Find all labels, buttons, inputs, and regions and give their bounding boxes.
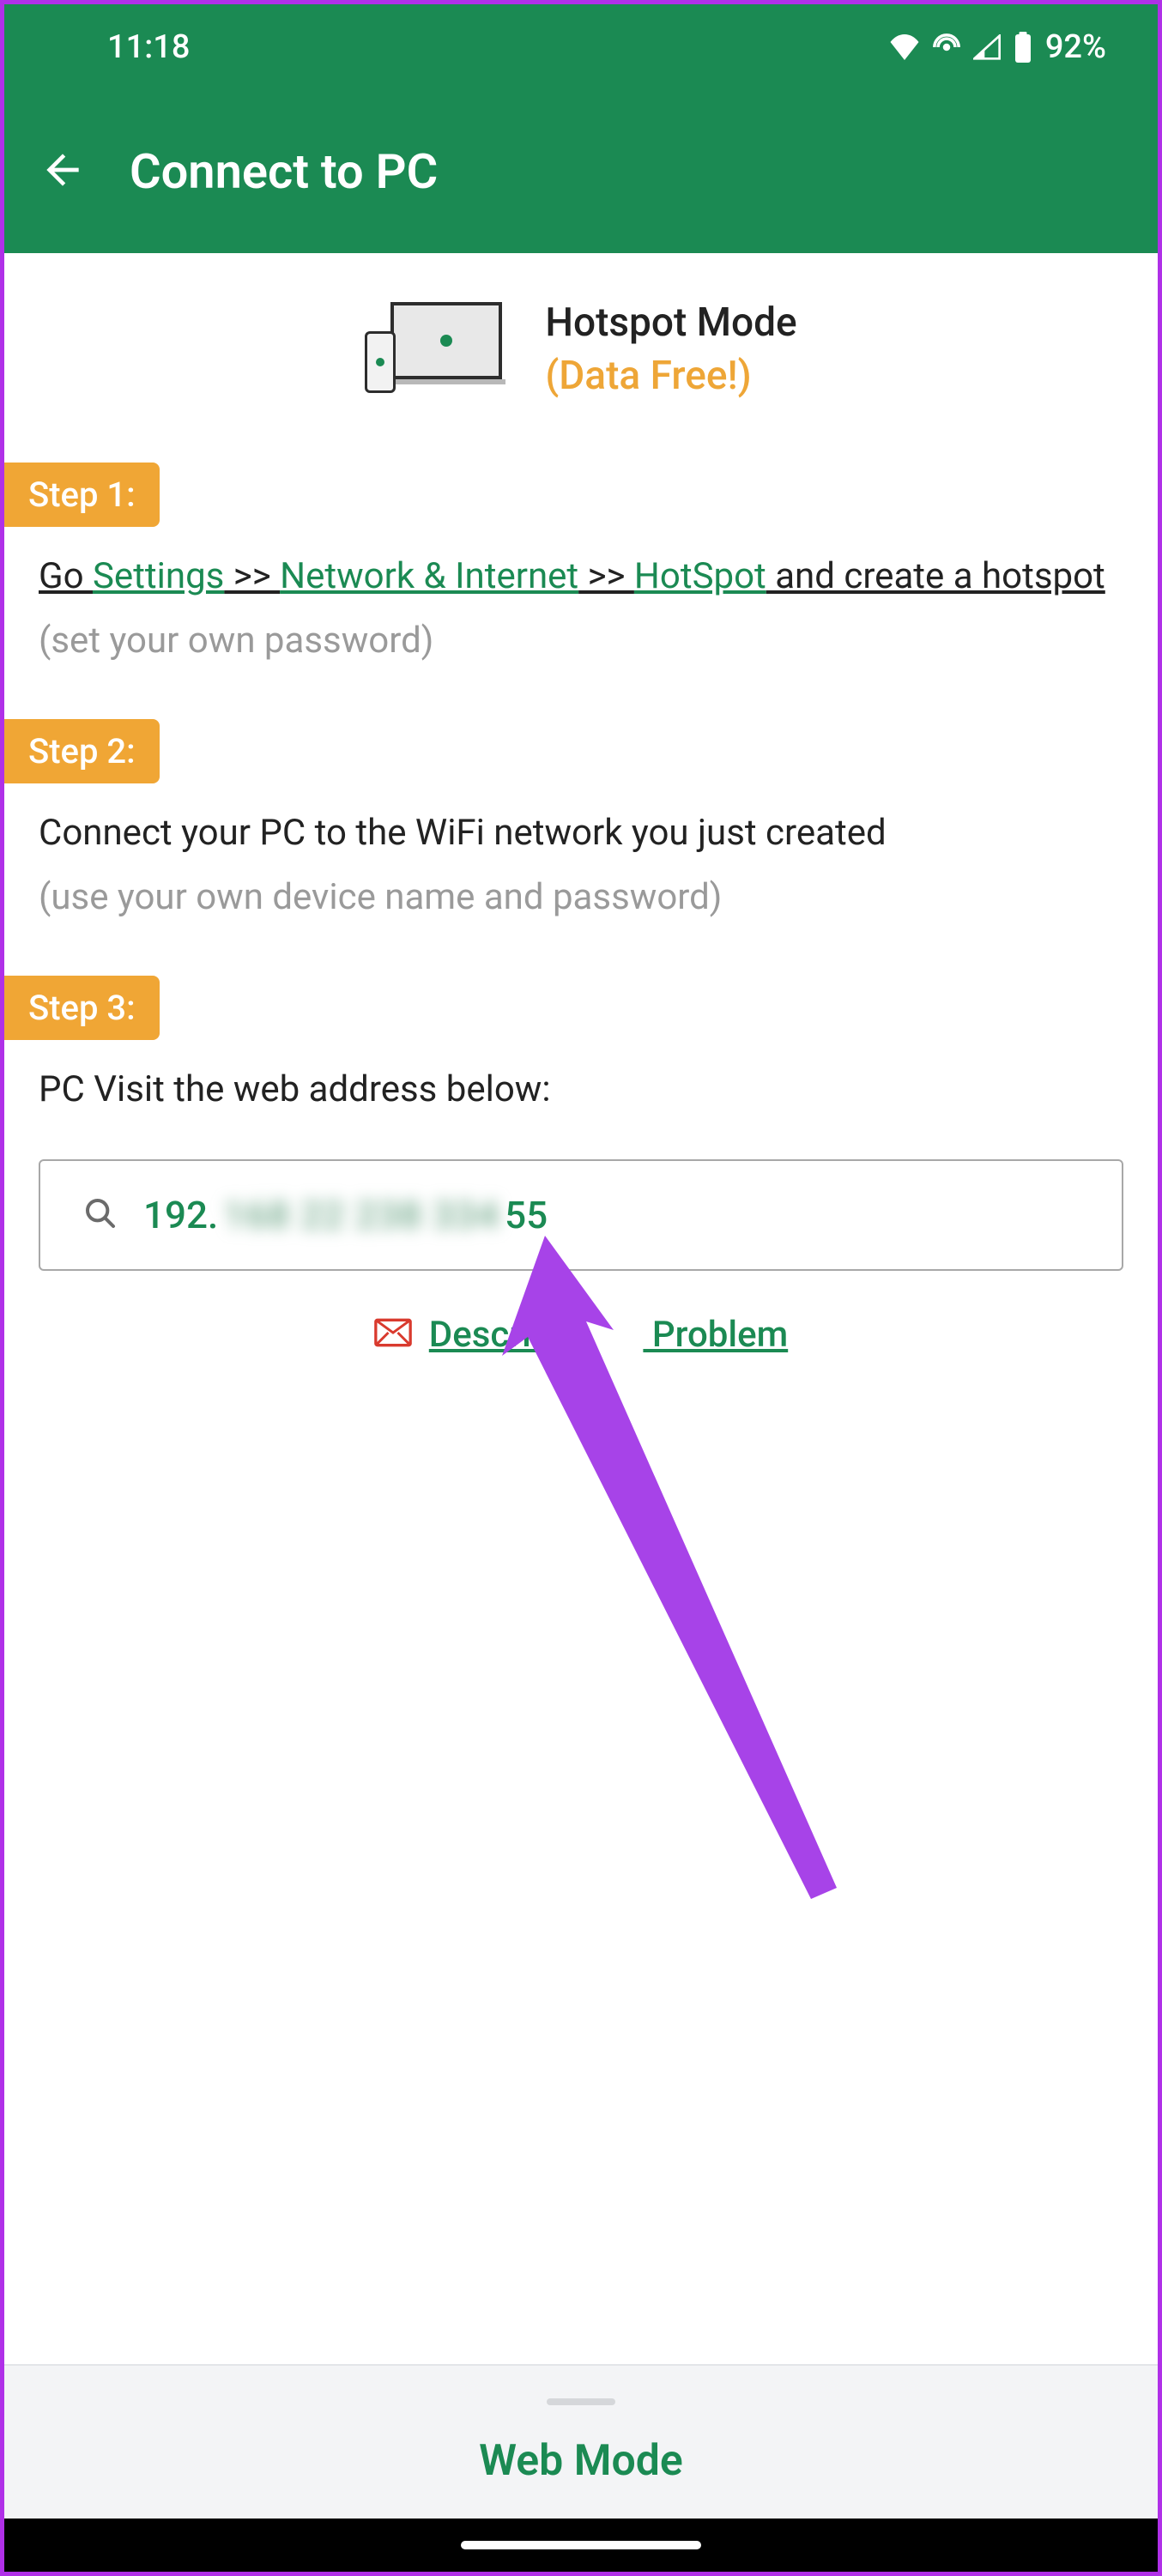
home-indicator[interactable] — [461, 2541, 701, 2549]
hotspot-link[interactable]: HotSpot — [634, 555, 766, 597]
back-icon[interactable] — [39, 146, 87, 197]
step-2-hint: (use your own device name and password) — [39, 872, 1123, 924]
step-1-badge: Step 1: — [4, 463, 160, 527]
web-address-field[interactable]: 192. 168 22 238 334 55 — [39, 1159, 1123, 1271]
system-nav-bar — [4, 2519, 1158, 2572]
step-3: Step 3: PC Visit the web address below: — [4, 976, 1158, 1134]
signal-icon — [973, 34, 1001, 60]
describe-post: Problem — [643, 1314, 788, 1356]
network-internet-link[interactable]: Network & Internet — [280, 555, 578, 597]
hero-section: Hotspot Mode (Data Free!) — [4, 253, 1158, 463]
devices-icon — [365, 302, 502, 396]
step-1-tail: and create a hotspot — [766, 555, 1105, 597]
step-1: Step 1: Go Settings >> Network & Interne… — [4, 463, 1158, 719]
step-2-text: Connect your PC to the WiFi network you … — [39, 812, 887, 854]
step-3-badge: Step 3: — [4, 976, 160, 1040]
step-1-sep1: >> — [224, 555, 280, 597]
bottom-sheet[interactable]: Web Mode — [4, 2364, 1158, 2519]
address-prefix: 192. — [143, 1193, 218, 1237]
web-mode-button[interactable]: Web Mode — [479, 2436, 683, 2486]
step-1-sep2: >> — [578, 555, 634, 597]
hero-subtitle: (Data Free!) — [545, 349, 796, 402]
web-address-value: 192. 168 22 238 334 55 — [143, 1193, 548, 1237]
hotspot-icon — [932, 33, 961, 62]
drag-handle-icon[interactable] — [547, 2398, 615, 2405]
address-suffix: 55 — [505, 1193, 548, 1237]
wifi-icon — [889, 34, 920, 60]
step-2: Step 2: Connect your PC to the WiFi netw… — [4, 719, 1158, 976]
step-1-go: Go — [39, 555, 93, 597]
describe-pre: Describe — [429, 1314, 571, 1356]
status-bar: 11:18 92% — [4, 4, 1158, 90]
step-2-badge: Step 2: — [4, 719, 160, 783]
hero-title: Hotspot Mode — [545, 296, 796, 349]
app-bar: Connect to PC — [4, 90, 1158, 253]
status-icons: 92% — [889, 28, 1106, 66]
status-time: 11:18 — [107, 28, 190, 66]
search-icon — [83, 1196, 118, 1234]
address-blurred: 168 22 238 334 — [218, 1193, 505, 1237]
step-1-hint: (set your own password) — [39, 615, 1123, 668]
battery-percent: 92% — [1045, 28, 1106, 66]
page-title: Connect to PC — [130, 143, 438, 200]
settings-link[interactable]: Settings — [93, 555, 224, 597]
mail-icon — [374, 1318, 412, 1351]
describe-problem-link[interactable]: Describexxxx Problem — [429, 1314, 788, 1356]
step-3-text: PC Visit the web address below: — [39, 1068, 551, 1110]
battery-icon — [1013, 32, 1033, 63]
describe-problem-row: Describexxxx Problem — [4, 1314, 1158, 1356]
